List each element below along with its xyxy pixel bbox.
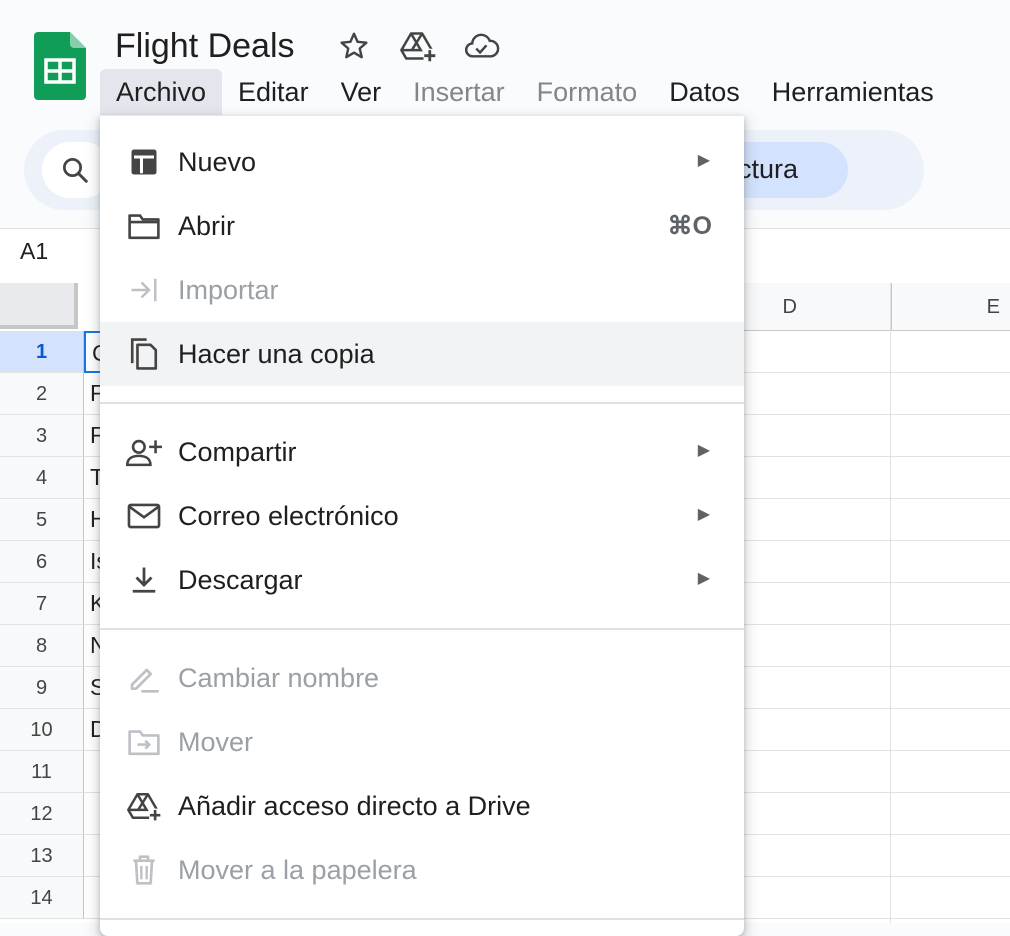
row-header[interactable]: 8 xyxy=(0,625,84,667)
row-divider xyxy=(744,792,1010,793)
row-divider xyxy=(744,498,1010,499)
row-divider xyxy=(744,624,1010,625)
menu-item-label: Añadir acceso directo a Drive xyxy=(178,791,531,821)
file-menu: Nuevo ▶ Abrir ⌘O Importar Hacer una copi… xyxy=(100,116,744,936)
move-to-drive-icon[interactable] xyxy=(400,28,436,64)
row-header[interactable]: 3 xyxy=(0,415,84,457)
menu-item-abrir[interactable]: Abrir ⌘O xyxy=(100,194,744,258)
row-header[interactable]: 2 xyxy=(0,373,84,415)
name-box[interactable]: A1 xyxy=(20,238,48,265)
menu-item-label: Abrir xyxy=(178,211,236,241)
menu-item-label: Nuevo xyxy=(178,147,257,177)
menu-item-descargar[interactable]: Descargar ▶ xyxy=(100,548,744,612)
row-divider xyxy=(744,414,1010,415)
menu-item-hacer-copia[interactable]: Hacer una copia xyxy=(100,322,744,386)
menu-separator xyxy=(100,628,744,630)
row-divider xyxy=(744,918,1010,919)
add-person-icon xyxy=(126,434,162,470)
menu-item-label: Compartir xyxy=(178,437,297,467)
menu-item-nuevo[interactable]: Nuevo ▶ xyxy=(100,130,744,194)
row-divider xyxy=(744,456,1010,457)
menu-formato[interactable]: Formato xyxy=(521,69,654,115)
row-header[interactable]: 5 xyxy=(0,499,84,541)
menu-item-mover[interactable]: Mover xyxy=(100,710,744,774)
trash-icon xyxy=(126,852,162,888)
row-header[interactable]: 14 xyxy=(0,877,84,919)
download-icon xyxy=(126,562,162,598)
menu-item-importar[interactable]: Importar xyxy=(100,258,744,322)
row-header[interactable]: 7 xyxy=(0,583,84,625)
row-divider xyxy=(744,834,1010,835)
row-divider xyxy=(744,540,1010,541)
submenu-arrow-icon: ▶ xyxy=(697,570,710,587)
menu-item-acceso-directo[interactable]: Añadir acceso directo a Drive xyxy=(100,774,744,838)
menu-item-papelera[interactable]: Mover a la papelera xyxy=(100,838,744,902)
menu-item-label: Importar xyxy=(178,275,279,305)
document-title[interactable]: Flight Deals xyxy=(115,24,295,68)
column-header-d[interactable]: D xyxy=(744,283,892,331)
menu-item-label: Mover xyxy=(178,727,254,757)
menu-insertar[interactable]: Insertar xyxy=(397,69,521,115)
row-header[interactable]: 11 xyxy=(0,751,84,793)
submenu-arrow-icon: ▶ xyxy=(697,152,710,169)
menu-separator xyxy=(100,918,744,920)
row-divider xyxy=(744,876,1010,877)
menu-item-label: Cambiar nombre xyxy=(178,663,380,693)
menu-item-correo[interactable]: Correo electrónico ▶ xyxy=(100,484,744,548)
row-divider xyxy=(744,708,1010,709)
menu-item-compartir[interactable]: Compartir ▶ xyxy=(100,420,744,484)
row-header[interactable]: 1 xyxy=(0,331,84,373)
cloud-saved-icon[interactable] xyxy=(464,28,500,64)
row-header[interactable]: 13 xyxy=(0,835,84,877)
menu-item-cambiar-nombre[interactable]: Cambiar nombre xyxy=(100,646,744,710)
search-icon xyxy=(63,158,88,183)
row-header[interactable]: 9 xyxy=(0,667,84,709)
mail-icon xyxy=(126,498,162,534)
import-icon xyxy=(126,272,162,308)
submenu-arrow-icon: ▶ xyxy=(697,442,710,459)
row-header[interactable]: 4 xyxy=(0,457,84,499)
select-all-corner[interactable] xyxy=(0,283,78,329)
row-header[interactable]: 10 xyxy=(0,709,84,751)
row-divider xyxy=(744,582,1010,583)
row-divider xyxy=(744,666,1010,667)
copy-icon xyxy=(126,336,162,372)
row-header[interactable]: 12 xyxy=(0,793,84,835)
column-header-e[interactable]: E xyxy=(892,283,1010,331)
menu-herramientas[interactable]: Herramientas xyxy=(756,69,950,115)
menu-item-label: Hacer una copia xyxy=(178,339,375,369)
new-sheet-icon xyxy=(126,144,162,180)
row-divider xyxy=(744,750,1010,751)
folder-icon xyxy=(126,208,162,244)
row-divider xyxy=(744,372,1010,373)
menu-bar: Archivo Editar Ver Insertar Formato Dato… xyxy=(100,68,950,116)
shortcut-label: ⌘O xyxy=(667,212,712,240)
menu-item-label: Correo electrónico xyxy=(178,501,399,531)
menu-item-label: Mover a la papelera xyxy=(178,855,417,885)
row-header[interactable]: 6 xyxy=(0,541,84,583)
rename-icon xyxy=(126,660,162,696)
drive-shortcut-icon xyxy=(126,788,162,824)
sheets-logo-icon[interactable] xyxy=(34,32,86,100)
column-divider xyxy=(890,283,891,923)
move-folder-icon xyxy=(126,724,162,760)
menu-datos[interactable]: Datos xyxy=(653,69,756,115)
submenu-arrow-icon: ▶ xyxy=(697,506,710,523)
menu-ver[interactable]: Ver xyxy=(325,69,398,115)
menu-item-label: Descargar xyxy=(178,565,303,595)
mode-pill-label: ctura xyxy=(738,154,799,184)
menu-archivo[interactable]: Archivo xyxy=(100,69,223,115)
star-icon[interactable] xyxy=(336,28,372,64)
menu-separator xyxy=(100,402,744,404)
menu-editar[interactable]: Editar xyxy=(222,69,325,115)
